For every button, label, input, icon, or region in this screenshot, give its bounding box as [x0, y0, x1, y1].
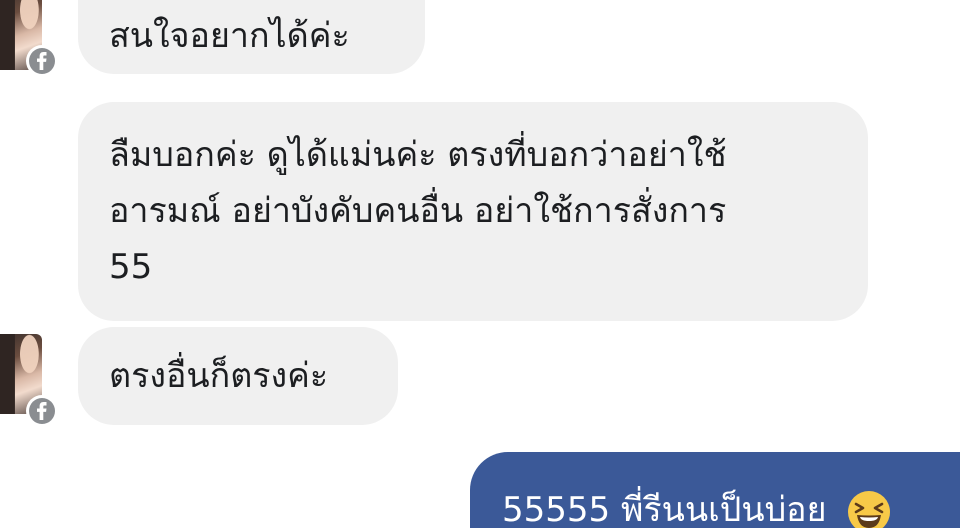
chat-thread: สนใจอยากได้ค่ะ ลืมบอกค่ะ ดูได้แม่นค่ะ ตร… — [0, 0, 960, 528]
message-line: ลืมบอกค่ะ ดูได้แม่นค่ะ ตรงที่บอกว่าอย่าใ… — [109, 135, 727, 175]
message-bubble-incoming[interactable]: ลืมบอกค่ะ ดูได้แม่นค่ะ ตรงที่บอกว่าอย่าใ… — [78, 102, 868, 321]
message-bubble-incoming[interactable]: สนใจอยากได้ค่ะ — [78, 0, 425, 74]
message-text: ตรงอื่นก็ตรงค่ะ — [109, 356, 329, 396]
message-line: 55 — [109, 247, 153, 287]
message-bubble-incoming[interactable]: ตรงอื่นก็ตรงค่ะ — [78, 327, 398, 425]
message-text: 55555 พี่รีนนเป็นบ่อย — [502, 490, 827, 528]
message-bubble-outgoing[interactable]: 55555 พี่รีนนเป็นบ่อย — [470, 452, 960, 528]
message-text: สนใจอยากได้ค่ะ — [109, 16, 350, 56]
facebook-badge-icon — [26, 45, 58, 77]
message-line: อารมณ์ อย่าบังคับคนอื่น อย่าใช้การสั่งกา… — [109, 191, 727, 231]
facebook-badge-icon — [26, 395, 58, 427]
laughing-squinting-face-icon — [848, 490, 891, 528]
